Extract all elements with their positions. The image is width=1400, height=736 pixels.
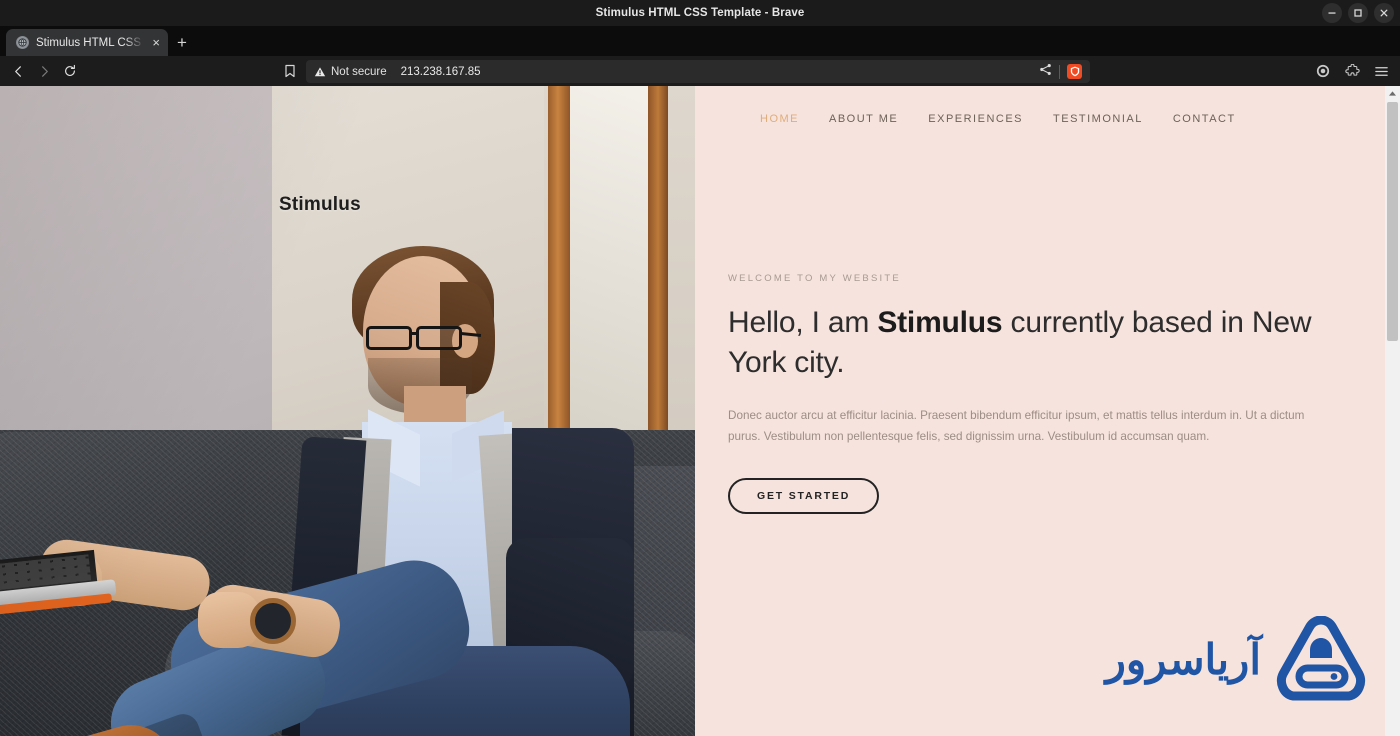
scrollbar-thumb[interactable]	[1387, 102, 1398, 341]
page-scrollbar[interactable]	[1385, 86, 1400, 736]
bookmark-icon[interactable]	[281, 59, 299, 83]
forward-arrow-icon[interactable]	[32, 59, 56, 83]
warning-triangle-icon	[314, 66, 326, 76]
window-title: Stimulus HTML CSS Template - Brave	[595, 7, 805, 19]
site-logo[interactable]: Stimulus	[279, 194, 361, 216]
toolbar-divider	[1059, 64, 1060, 79]
security-label: Not secure	[331, 65, 387, 78]
minimize-button[interactable]	[1322, 3, 1342, 23]
security-indicator[interactable]: Not secure	[314, 66, 387, 78]
url-text: 213.238.167.85	[400, 65, 481, 78]
nav-item-testimonial[interactable]: TESTIMONIAL	[1053, 113, 1143, 125]
window-titlebar: Stimulus HTML CSS Template - Brave	[0, 0, 1400, 26]
toolbar-right-icons	[1314, 56, 1394, 86]
server-logo-icon	[1275, 616, 1367, 702]
watermark-text: آریاسرور	[1105, 635, 1262, 683]
page-viewport: Stimulus HOME ABOUT ME EXPERIENCES TESTI…	[0, 86, 1400, 736]
hero-content: HOME ABOUT ME EXPERIENCES TESTIMONIAL CO…	[695, 86, 1385, 736]
hero-text-block: WELCOME TO MY WEBSITE Hello, I am Stimul…	[695, 125, 1385, 515]
profile-icon[interactable]	[1314, 62, 1332, 80]
scroll-up-icon[interactable]	[1385, 86, 1400, 100]
nav-item-experiences[interactable]: EXPERIENCES	[928, 113, 1023, 125]
hero-eyebrow: WELCOME TO MY WEBSITE	[728, 273, 901, 284]
reload-icon[interactable]	[58, 59, 82, 83]
address-bar-actions	[1039, 63, 1082, 81]
browser-toolbar: Not secure 213.238.167.85	[0, 56, 1400, 86]
close-button[interactable]	[1374, 3, 1394, 23]
main-navigation: HOME ABOUT ME EXPERIENCES TESTIMONIAL CO…	[695, 86, 1385, 125]
headline-part-before: Hello, I am	[728, 306, 878, 339]
nav-item-home[interactable]: HOME	[760, 113, 799, 125]
globe-icon	[16, 36, 29, 49]
share-icon[interactable]	[1039, 63, 1052, 81]
hero-paragraph: Donec auctor arcu at efficitur lacinia. …	[728, 408, 1305, 444]
headline-strong: Stimulus	[877, 306, 1003, 339]
tab-strip: Stimulus HTML CSS Temp × +	[0, 26, 1400, 56]
address-bar[interactable]: Not secure 213.238.167.85	[306, 60, 1090, 83]
extensions-icon[interactable]	[1343, 62, 1361, 80]
tab-title: Stimulus HTML CSS Temp	[36, 36, 144, 49]
new-tab-button[interactable]: +	[170, 34, 194, 56]
get-started-button[interactable]: GET STARTED	[728, 478, 880, 515]
navigation-buttons	[0, 59, 82, 83]
tab-close-icon[interactable]: ×	[151, 36, 161, 49]
hero-headline: Hello, I am Stimulus currently based in …	[728, 303, 1325, 383]
browser-tab[interactable]: Stimulus HTML CSS Temp ×	[6, 29, 168, 56]
window-controls	[1322, 0, 1394, 26]
hamburger-menu-icon[interactable]	[1372, 62, 1390, 80]
nav-item-contact[interactable]: CONTACT	[1173, 113, 1236, 125]
back-arrow-icon[interactable]	[6, 59, 30, 83]
brave-shield-icon[interactable]	[1067, 64, 1082, 79]
maximize-button[interactable]	[1348, 3, 1368, 23]
nav-item-about-me[interactable]: ABOUT ME	[829, 113, 898, 125]
watermark: آریاسرور	[1106, 616, 1367, 702]
hero-photo: Stimulus	[0, 86, 695, 736]
